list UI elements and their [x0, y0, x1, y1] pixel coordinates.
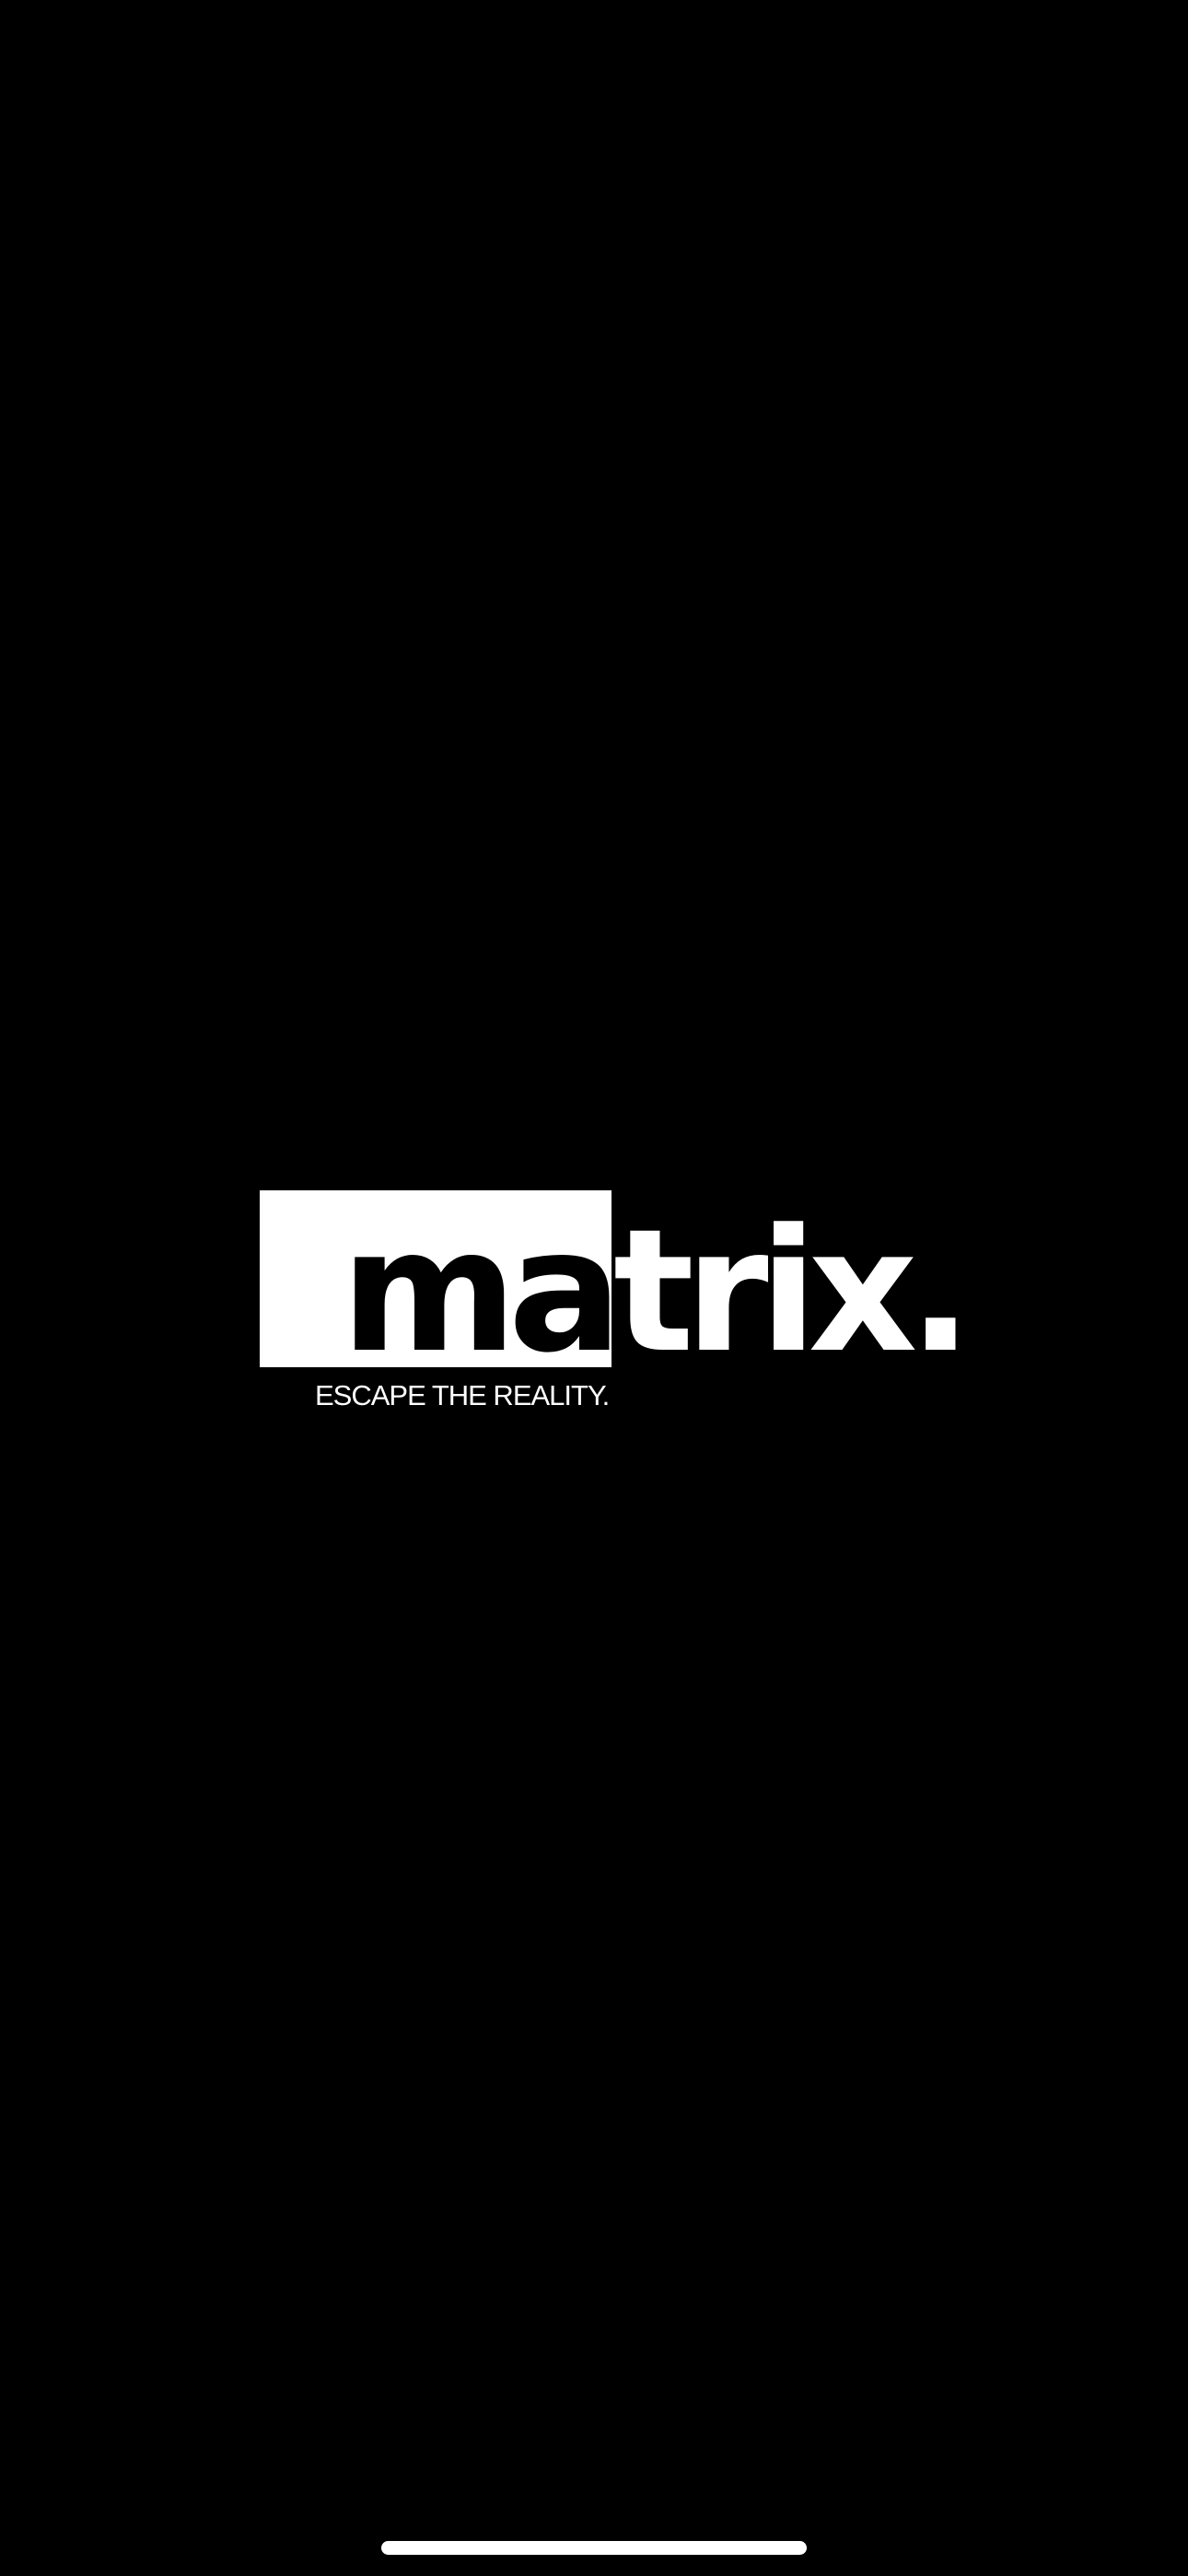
home-indicator[interactable] — [381, 2541, 807, 2555]
splash-screen: matrix. ESCAPE THE REALITY. — [0, 0, 1188, 2576]
tagline: ESCAPE THE REALITY. — [315, 1379, 610, 1411]
logo-text-plain: trix. — [612, 1193, 973, 1390]
logo-text-boxed: ma — [341, 1193, 623, 1390]
logo-wordmark: matrix. — [341, 1207, 973, 1376]
app-logo: matrix. ESCAPE THE REALITY. — [260, 1190, 973, 1411]
